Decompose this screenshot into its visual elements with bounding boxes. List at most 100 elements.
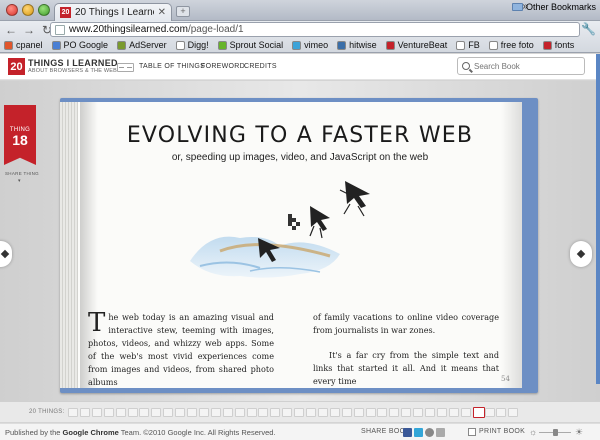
nav-credits[interactable]: CREDITS xyxy=(244,63,277,70)
brightness-slider-knob[interactable] xyxy=(553,429,558,436)
other-bookmarks-label: Other Bookmarks xyxy=(525,2,596,12)
adserver-icon xyxy=(117,40,127,50)
thing-thumbnail[interactable] xyxy=(413,408,424,417)
thing-thumbnail[interactable] xyxy=(294,408,305,417)
thing-thumbnail[interactable] xyxy=(341,408,352,417)
twitter-icon[interactable] xyxy=(414,428,423,437)
thing-thumbnail[interactable] xyxy=(484,408,495,417)
table-of-things-icon[interactable] xyxy=(117,63,134,72)
bookmark-item[interactable]: PO Google xyxy=(51,40,108,50)
brightness-high-icon[interactable]: ☀ xyxy=(575,427,583,438)
bookmark-item[interactable]: fonts xyxy=(542,40,575,50)
browser-tab[interactable]: 20 20 Things I Learned About B ✕ xyxy=(54,3,172,21)
bookmark-item[interactable]: FB xyxy=(456,40,480,50)
thing-thumbnail[interactable] xyxy=(377,408,388,417)
thing-thumbnail[interactable] xyxy=(139,408,150,417)
logo-icon[interactable]: 20 xyxy=(8,58,25,75)
thing-thumbnail[interactable] xyxy=(282,408,293,417)
site-header: 20 THINGS I LEARNED ABOUT BROWSERS & THE… xyxy=(0,54,600,80)
thing-thumbnail[interactable] xyxy=(508,408,519,417)
cpanel-icon xyxy=(4,40,13,50)
thing-thumbnail[interactable] xyxy=(258,408,269,417)
thing-thumbnail[interactable] xyxy=(496,408,507,417)
page-icon xyxy=(488,40,498,50)
nav-foreword[interactable]: FOREWORD xyxy=(201,63,245,70)
bookmark-item[interactable]: cpanel xyxy=(4,40,43,50)
scrollbar[interactable] xyxy=(596,54,600,384)
bookmark-label: AdServer xyxy=(129,40,167,50)
chevron-down-icon[interactable]: ▾ xyxy=(18,178,21,184)
bookmark-item[interactable]: Sprout Social xyxy=(217,40,284,50)
brightness-low-icon[interactable]: ☼ xyxy=(529,427,537,437)
thing-thumbnail[interactable] xyxy=(68,408,78,417)
maximize-window-button[interactable] xyxy=(38,4,50,16)
thing-thumbnail[interactable] xyxy=(460,408,471,417)
thing-thumbnail[interactable] xyxy=(187,408,197,417)
thing-thumbnail[interactable] xyxy=(210,408,221,417)
thing-thumbnail-active[interactable] xyxy=(472,407,485,418)
tab-close-icon[interactable]: ✕ xyxy=(158,7,166,18)
thing-thumbnail[interactable] xyxy=(401,408,412,417)
close-window-button[interactable] xyxy=(6,4,18,16)
thing-thumbnail[interactable] xyxy=(246,408,257,417)
thing-thumbnail[interactable] xyxy=(317,408,328,417)
thing-thumbnail[interactable] xyxy=(175,408,186,417)
forward-icon[interactable]: → xyxy=(22,23,36,37)
thing-thumbnail[interactable] xyxy=(198,408,209,417)
thing-thumbnail[interactable] xyxy=(103,408,114,417)
thing-thumbnail[interactable] xyxy=(329,408,340,417)
google-chrome-link[interactable]: Google Chrome xyxy=(63,428,119,437)
bookmark-label: Sprout Social xyxy=(229,40,284,50)
bookmark-item[interactable]: hitwise xyxy=(337,40,377,50)
buzz-icon[interactable] xyxy=(425,428,434,437)
body-text-left-column: The web today is an amazing visual and i… xyxy=(88,308,274,389)
tab-title: 20 Things I Learned About B xyxy=(75,7,154,18)
thing-thumbnail[interactable] xyxy=(115,408,126,417)
bookmark-item[interactable]: vimeo xyxy=(292,40,328,50)
logo-subtitle: ABOUT BROWSERS & THE WEB xyxy=(28,68,117,74)
thing-thumbnail[interactable] xyxy=(365,408,376,417)
thing-thumbnail[interactable] xyxy=(425,408,435,417)
thing-thumbnail[interactable] xyxy=(163,408,174,417)
thing-thumbnail[interactable] xyxy=(127,408,138,417)
other-bookmarks-folder[interactable]: Other Bookmarks xyxy=(511,2,596,12)
bookmark-item[interactable]: Digg! xyxy=(175,40,209,50)
page-stack xyxy=(60,102,80,388)
drop-cap: T xyxy=(88,308,106,338)
back-icon[interactable]: ← xyxy=(4,23,18,37)
thing-thumbnail[interactable] xyxy=(389,408,400,417)
next-arrow-icon xyxy=(576,249,586,259)
thing-thumbnail[interactable] xyxy=(353,408,364,417)
bookmark-label: fonts xyxy=(554,40,575,50)
cursor-pixelated xyxy=(288,214,300,230)
thing-thumbnail[interactable] xyxy=(79,408,90,417)
thing-thumbnail[interactable] xyxy=(306,408,316,417)
thing-thumbnail[interactable] xyxy=(234,408,245,417)
page-icon xyxy=(456,40,466,50)
bookmark-item[interactable]: AdServer xyxy=(117,40,167,50)
wrench-icon[interactable]: 🔧 xyxy=(581,22,596,36)
bookmark-label: hitwise xyxy=(349,40,377,50)
bookmark-item[interactable]: VentureBeat xyxy=(385,40,447,50)
address-bar[interactable]: www.20thingsilearned.com/page-load/1 xyxy=(50,22,580,37)
print-icon[interactable] xyxy=(468,428,476,436)
thing-thumbnail[interactable] xyxy=(222,408,233,417)
thing-thumbnail[interactable] xyxy=(270,408,281,417)
nav-table-of-things[interactable]: TABLE OF THINGS xyxy=(139,63,205,70)
facebook-icon[interactable] xyxy=(403,428,412,437)
thing-thumbnail[interactable] xyxy=(448,408,459,417)
search-input[interactable] xyxy=(474,61,574,71)
share-thing-button[interactable]: SHARE THING xyxy=(5,171,39,176)
thing-thumbnail[interactable] xyxy=(151,408,162,417)
email-icon[interactable] xyxy=(436,428,445,437)
thing-thumbnail[interactable] xyxy=(436,408,447,417)
bookmark-label: vimeo xyxy=(304,40,329,50)
logo-title[interactable]: THINGS I LEARNED xyxy=(28,58,118,68)
search-box[interactable] xyxy=(457,57,585,75)
next-page-button[interactable] xyxy=(570,241,592,267)
bookmark-item[interactable]: free foto xyxy=(488,40,534,50)
new-tab-button[interactable]: + xyxy=(176,6,190,17)
print-book-button[interactable]: PRINT BOOK xyxy=(479,428,525,435)
thing-thumbnail[interactable] xyxy=(91,408,102,417)
minimize-window-button[interactable] xyxy=(22,4,34,16)
